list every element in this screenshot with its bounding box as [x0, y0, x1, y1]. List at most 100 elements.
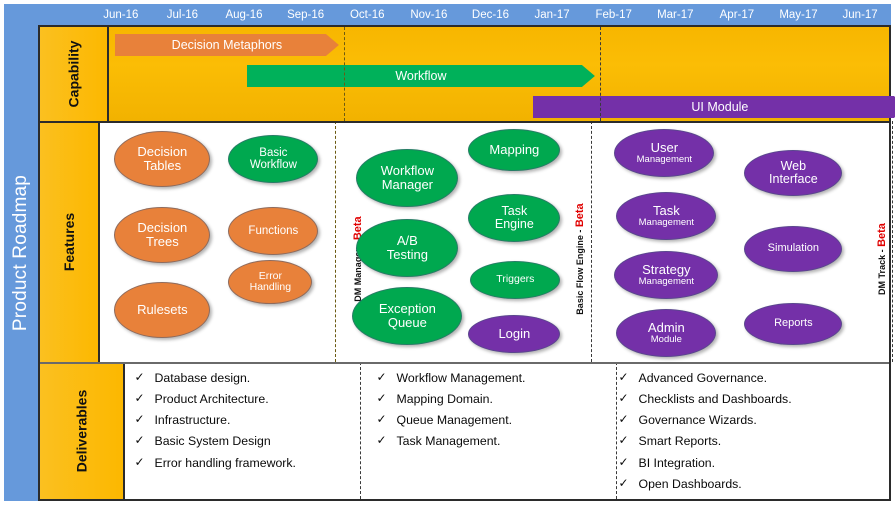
- deliverables-column-2: ✓ Workflow Management. ✓ Mapping Domain. ✓ Qu…: [367, 362, 609, 499]
- row-label-capability: Capability: [40, 27, 109, 121]
- check-icon: ✓: [376, 391, 387, 406]
- feature-oval-user-management[interactable]: User Management: [614, 129, 715, 177]
- deliverable-label: Product Architecture.: [154, 392, 269, 407]
- check-icon: ✓: [618, 412, 629, 427]
- feature-oval-workflow-manager[interactable]: Workflow Manager: [356, 149, 459, 207]
- feature-oval-rulesets[interactable]: Rulesets: [114, 282, 211, 338]
- capability-bar-decision-metaphors[interactable]: Decision Metaphors: [115, 34, 339, 56]
- timeline-month-11: May-17: [779, 8, 818, 21]
- check-icon: ✓: [376, 370, 387, 384]
- feature-oval-decision-trees[interactable]: Decision Trees: [114, 207, 211, 263]
- feature-label-line1: Mapping: [489, 142, 540, 158]
- feature-label-line1: Decision: [137, 220, 188, 236]
- feature-label-line1: Triggers: [496, 273, 535, 286]
- check-icon: ✓: [134, 412, 145, 427]
- deliverable-item: ✓ Error handling framework.: [134, 454, 363, 470]
- deliverable-label: Basic System Design: [154, 434, 271, 449]
- feature-label-line1: User: [650, 140, 679, 156]
- deliverable-item: ✓ Checklists and Dashboards.: [618, 391, 886, 407]
- deliverable-item: ✓ Advanced Governance.: [618, 370, 886, 385]
- deliverable-label: Advanced Governance.: [638, 371, 768, 385]
- feature-oval-task-management[interactable]: Task Management: [616, 192, 717, 240]
- deliverable-item: ✓ Database design.: [135, 370, 363, 385]
- feature-label-line1: Functions: [248, 224, 299, 237]
- deliverable-label: Infrastructure.: [154, 413, 231, 428]
- feature-label-line1: Decision: [137, 144, 188, 160]
- feature-oval-admin-module[interactable]: Admin Module: [616, 309, 717, 357]
- timeline-month-12: Jun-17: [842, 8, 878, 21]
- deliverable-label: BI Integration.: [638, 455, 716, 470]
- deliverable-label: Database design.: [154, 371, 251, 385]
- timeline-month-1: Jul-16: [166, 8, 199, 21]
- deliverables-row-body: ✓ Database design. ✓ Product Architecture. ✓…: [124, 362, 890, 499]
- feature-oval-login[interactable]: Login: [468, 315, 561, 353]
- deliverable-item: ✓ Governance Wizards.: [618, 412, 886, 428]
- deliverable-item: ✓ Open Dashboards.: [619, 476, 886, 491]
- feature-label-line2: Tables: [143, 158, 182, 173]
- feature-label-line2: Interface: [769, 172, 818, 186]
- capability-bar-label: UI Module: [691, 100, 749, 114]
- milestone-line-dm-track: [892, 121, 894, 362]
- check-icon: ✓: [376, 433, 387, 448]
- feature-oval-functions[interactable]: Functions: [228, 207, 319, 255]
- beta-label-dm-track: DM Track - Beta: [876, 179, 888, 339]
- milestone-line-basic-flow-engine: [591, 121, 593, 362]
- page-title: Product Roadmap: [10, 174, 31, 331]
- feature-oval-ab-testing[interactable]: A/B Testing: [356, 219, 459, 277]
- feature-oval-error-handling[interactable]: Error Handling: [228, 260, 313, 304]
- feature-label-line1: Basic: [259, 146, 288, 159]
- milestone-line-dm-manager: [343, 27, 345, 121]
- feature-label-line2: Management: [638, 216, 695, 228]
- deliverable-item: ✓ Task Management.: [376, 433, 605, 449]
- feature-oval-simulation[interactable]: Simulation: [744, 226, 843, 272]
- feature-label-line1: Workflow: [380, 163, 434, 179]
- feature-oval-reports[interactable]: Reports: [744, 303, 843, 345]
- deliverable-label: Checklists and Dashboards.: [638, 392, 792, 407]
- feature-label-line2: Trees: [145, 234, 179, 249]
- feature-label-line1: Admin: [647, 320, 685, 336]
- capability-bar-label: Workflow: [395, 69, 447, 83]
- timeline-label-spacer: [38, 4, 90, 25]
- deliverables-column-3: ✓ Advanced Governance. ✓ Checklists and Das…: [609, 362, 890, 499]
- check-icon: ✓: [618, 370, 629, 384]
- feature-label-line2: Handling: [249, 281, 292, 293]
- deliverable-label: Governance Wizards.: [638, 413, 757, 428]
- feature-oval-decision-tables[interactable]: Decision Tables: [114, 131, 211, 187]
- timeline-month-7: Jan-17: [534, 8, 570, 21]
- check-icon: ✓: [376, 412, 387, 427]
- timeline-month-2: Aug-16: [225, 8, 263, 21]
- feature-label-line1: Strategy: [642, 262, 691, 278]
- deliverable-item: ✓ BI Integration.: [619, 455, 886, 470]
- deliverable-label: Open Dashboards.: [638, 476, 742, 491]
- feature-oval-task-engine[interactable]: Task Engine: [468, 194, 561, 242]
- feature-label-line2: Workflow: [249, 159, 297, 171]
- milestone-line-basic-flow-engine: [599, 27, 601, 121]
- feature-label-line1: Rulesets: [137, 302, 188, 318]
- feature-oval-basic-workflow[interactable]: Basic Workflow: [228, 135, 319, 183]
- deliverable-label: Workflow Management.: [396, 371, 526, 385]
- feature-label-line2: Engine: [494, 217, 534, 231]
- beta-label-prefix: DM Track -: [877, 246, 888, 295]
- timeline-month-5: Nov-16: [410, 8, 448, 21]
- check-icon: ✓: [134, 454, 145, 469]
- divider-capability-features: [40, 121, 889, 123]
- feature-label-line2: Testing: [386, 247, 428, 262]
- capability-bar-ui-module[interactable]: UI Module: [533, 96, 895, 118]
- check-icon: ✓: [618, 433, 629, 448]
- deliverable-item: ✓ Mapping Domain.: [376, 391, 605, 406]
- feature-oval-triggers[interactable]: Triggers: [470, 261, 561, 299]
- row-label-deliverables: Deliverables: [40, 362, 125, 499]
- timeline-month-0: Jun-16: [103, 8, 139, 21]
- check-icon: ✓: [618, 391, 629, 406]
- deliverable-item: ✓ Workflow Management.: [376, 370, 605, 385]
- feature-oval-web-interface[interactable]: Web Interface: [744, 150, 843, 196]
- capability-bar-workflow[interactable]: Workflow: [247, 65, 595, 87]
- feature-oval-mapping[interactable]: Mapping: [468, 129, 561, 171]
- feature-oval-strategy-management[interactable]: Strategy Management: [614, 251, 719, 299]
- feature-oval-exception-queue[interactable]: Exception Queue: [352, 287, 463, 345]
- deliverable-label: Task Management.: [396, 434, 501, 449]
- feature-label-line2: Queue: [387, 315, 427, 330]
- timeline-month-3: Sep-16: [287, 8, 325, 21]
- roadmap-grid: Capability Decision Metaphors Workflow U…: [38, 25, 891, 501]
- deliverable-label: Smart Reports.: [638, 434, 722, 449]
